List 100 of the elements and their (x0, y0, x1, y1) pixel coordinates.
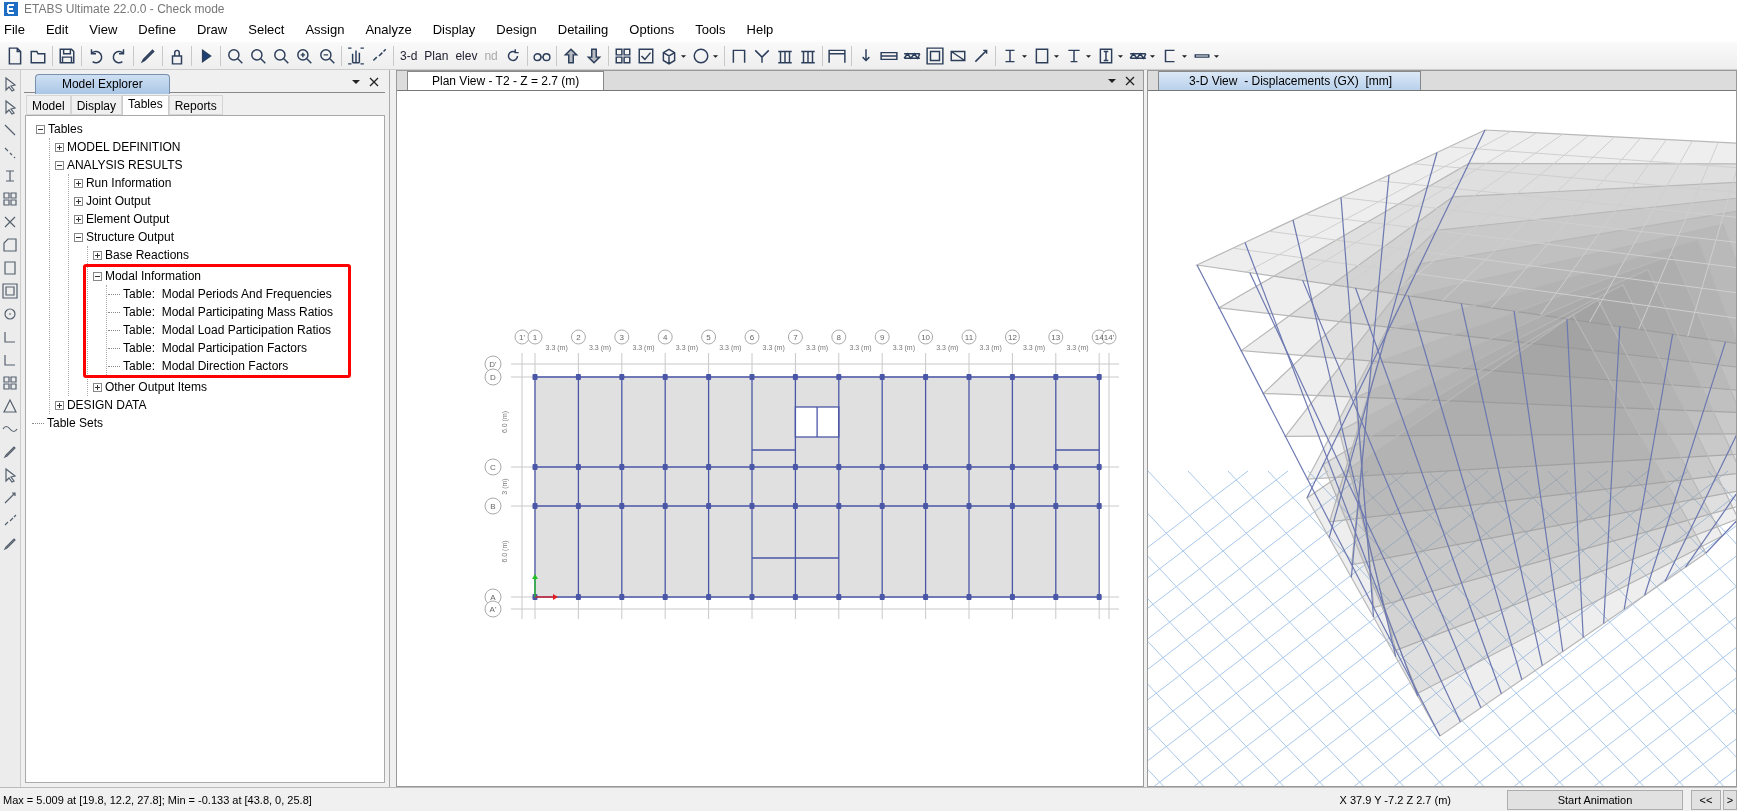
menu-item[interactable]: Design (496, 20, 547, 40)
animation-button[interactable]: > (1723, 789, 1737, 810)
animation-button[interactable]: Start Animation (1507, 789, 1683, 810)
tab[interactable]: Display (70, 95, 122, 115)
tree-item[interactable]: DESIGN DATA (66, 398, 147, 412)
tree-item[interactable]: Table: Modal Participating Mass Ratios (122, 305, 334, 319)
grid-bubble (961, 329, 977, 345)
tree-item[interactable]: Table: Modal Periods And Frequencies (122, 287, 332, 301)
tree-item[interactable]: Run Information (85, 176, 172, 190)
menu-item[interactable]: Define (138, 20, 186, 40)
collapse-icon[interactable] (35, 124, 45, 134)
expand-icon[interactable] (92, 250, 102, 260)
tree-item[interactable]: Table: Modal Load Participation Ratios (122, 323, 332, 337)
contour-icon[interactable] (925, 46, 944, 65)
grid-label: 14 (1094, 333, 1104, 342)
grid-bubble (570, 329, 586, 345)
menu-item[interactable]: Display (432, 20, 486, 40)
view-tab[interactable]: Plan View - T2 - Z = 2.7 (m) (407, 71, 605, 90)
pentagon-icon[interactable] (1, 237, 18, 253)
save-icon[interactable] (58, 46, 76, 65)
triangle-icon[interactable] (1, 398, 18, 414)
new-file-icon[interactable] (6, 46, 24, 65)
animation-button[interactable]: << (1691, 789, 1721, 810)
grid-label: 9 (879, 333, 885, 342)
tab[interactable]: Model (25, 95, 71, 115)
grid-bubble: C (484, 458, 502, 476)
checkbox-icon[interactable] (636, 46, 655, 65)
tree-item[interactable]: Base Reactions (104, 248, 189, 262)
grid-bubble: B (484, 497, 502, 515)
expand-icon[interactable] (92, 382, 102, 392)
pencil-icon[interactable] (1, 444, 18, 460)
menu-item[interactable]: Analyze (365, 20, 422, 40)
grid-bubble (527, 329, 543, 345)
menu-item[interactable]: Select (248, 20, 295, 40)
down-arrow-icon[interactable] (584, 46, 603, 65)
menu-item[interactable]: View (89, 20, 128, 40)
pencil-icon[interactable] (139, 46, 157, 65)
grid-bubble (918, 329, 934, 345)
zoom-out-icon[interactable] (318, 46, 336, 65)
zoom-in-icon[interactable] (295, 46, 313, 65)
menu-item[interactable]: Tools (695, 20, 736, 40)
collapse-icon[interactable] (54, 160, 64, 170)
tree-item[interactable]: Structure Output (85, 230, 174, 244)
toolbar-button[interactable]: Plan (423, 48, 450, 63)
grid-icon[interactable] (613, 46, 632, 65)
tree-item[interactable]: Other Output Items (104, 380, 207, 394)
expand-icon[interactable] (54, 142, 64, 152)
menu-item[interactable]: File (2, 20, 35, 40)
up-arrow-icon[interactable] (561, 46, 580, 65)
zoom-icon[interactable] (249, 46, 267, 65)
menu-item[interactable]: Help (746, 20, 784, 40)
tree-item[interactable]: Tables (47, 122, 83, 136)
grid-label: 1 (532, 333, 538, 342)
panel-title-tab[interactable]: Model Explorer (34, 73, 170, 94)
pan-icon[interactable] (347, 46, 365, 65)
tree-item[interactable]: Table: Modal Participation Factors (122, 341, 308, 355)
grid-bubble (657, 329, 673, 345)
grid-bubble (744, 329, 760, 345)
menu-item[interactable]: Draw (196, 20, 238, 40)
grid-bubble (701, 329, 717, 345)
tree-item[interactable]: ANALYSIS RESULTS (66, 158, 183, 172)
grid-label: 8 (836, 333, 842, 342)
tab[interactable]: Tables (122, 95, 169, 115)
tree-item[interactable]: Element Output (85, 212, 170, 226)
grid-label: 4 (662, 333, 668, 342)
expand-icon[interactable] (73, 178, 83, 188)
tree-item[interactable]: MODEL DEFINITION (66, 140, 181, 154)
grid-label: 14' (1103, 333, 1115, 342)
tree-item[interactable]: Joint Output (85, 194, 151, 208)
menu-item[interactable]: Edit (45, 20, 79, 40)
grid-label: 10 (921, 333, 931, 342)
zoom-icon[interactable] (272, 46, 290, 65)
tree-item[interactable]: Table: Modal Direction Factors (122, 359, 289, 373)
grid-bubble: D (484, 368, 502, 386)
tree-item[interactable]: Modal Information (104, 269, 201, 283)
toolbar-button[interactable]: 3-d (399, 48, 419, 63)
grid-bubble (787, 329, 803, 345)
zoom-icon[interactable] (226, 46, 244, 65)
close-icon[interactable] (1125, 75, 1135, 86)
grid-label: 13 (1051, 333, 1061, 342)
pencil-icon[interactable] (1, 536, 18, 552)
tab[interactable]: Reports (168, 95, 223, 115)
menu-item[interactable]: Assign (305, 20, 355, 40)
expand-icon[interactable] (54, 400, 64, 410)
menu-item[interactable]: Options (629, 20, 685, 40)
grid-label: 6 (749, 333, 755, 342)
collapse-icon[interactable] (73, 232, 83, 242)
window-title: ETABS Ultimate 22.0.0 - Check mode (24, 1, 225, 16)
expand-icon[interactable] (73, 214, 83, 224)
collapse-icon[interactable] (92, 271, 102, 281)
view-tab[interactable]: 3-D View - Displacements (GX) [mm] (1158, 71, 1422, 90)
dropdown-icon[interactable] (351, 77, 361, 87)
menu-item[interactable]: Detailing (557, 20, 619, 40)
grid-label: 1' (519, 333, 525, 342)
tree-item[interactable]: Table Sets (46, 416, 103, 430)
toolbar-button[interactable]: elev (454, 48, 479, 63)
grid-label: 11 (964, 333, 974, 342)
grid-label: 7 (793, 333, 798, 342)
close-icon[interactable] (369, 77, 379, 87)
expand-icon[interactable] (73, 196, 83, 206)
